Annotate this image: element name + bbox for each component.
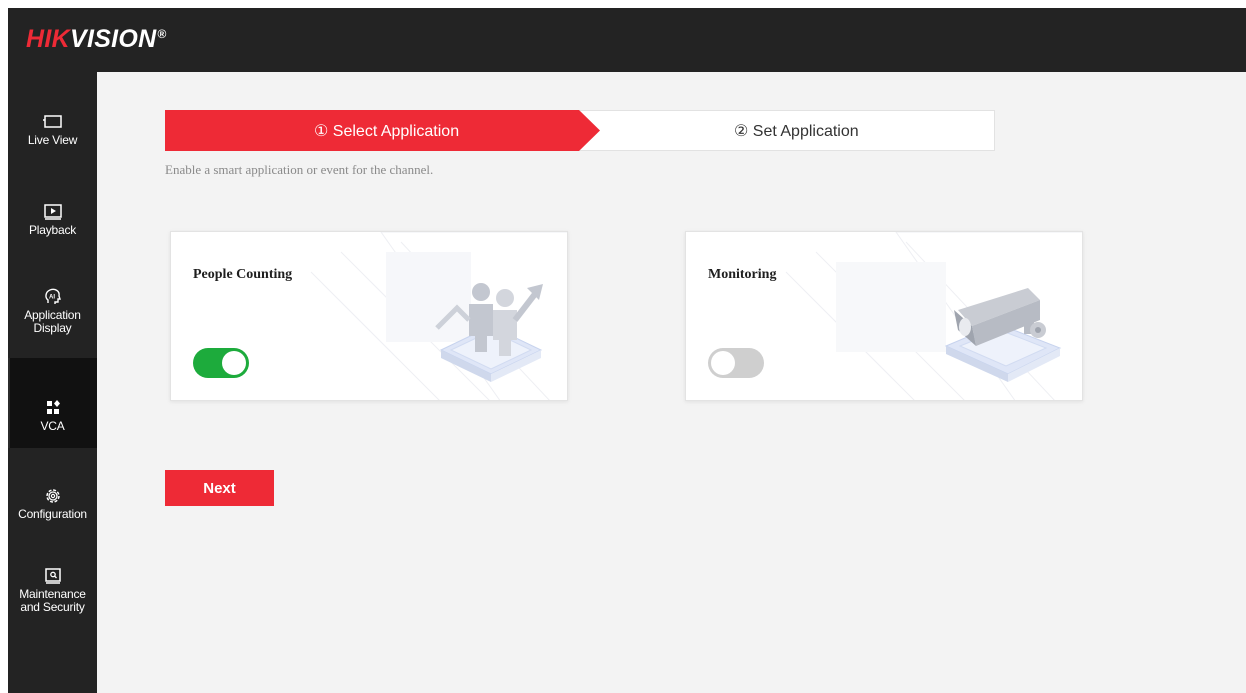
sidebar-item-label: VCA bbox=[40, 419, 65, 433]
hikvision-logo: HIKVISION® bbox=[26, 25, 167, 53]
sidebar-item-label: Configuration bbox=[18, 507, 87, 521]
sidebar: Live View Playback AI Application Displa… bbox=[8, 72, 97, 693]
gear-icon bbox=[45, 489, 60, 503]
play-screen-icon bbox=[43, 204, 62, 220]
wizard-subtitle: Enable a smart application or event for … bbox=[165, 162, 434, 177]
app-card-title: People Counting bbox=[193, 267, 293, 282]
sidebar-item-application-display[interactable]: AI Application Display bbox=[8, 252, 97, 352]
step-set-application[interactable]: ② Set Application bbox=[734, 121, 859, 141]
sidebar-item-vca[interactable]: VCA bbox=[8, 358, 97, 448]
ai-brain-icon: AI bbox=[44, 288, 61, 304]
toggle-knob bbox=[222, 351, 246, 375]
sidebar-item-configuration[interactable]: Configuration bbox=[8, 448, 97, 538]
grid-diamond-icon bbox=[46, 400, 60, 414]
sidebar-item-live-view[interactable]: Live View bbox=[8, 72, 97, 162]
people-counting-toggle[interactable] bbox=[193, 348, 249, 378]
sidebar-item-label: Maintenance and Security bbox=[19, 587, 86, 614]
top-bar: HIKVISION® bbox=[8, 8, 1246, 72]
monitor-icon bbox=[42, 115, 62, 128]
next-button[interactable]: Next bbox=[165, 470, 274, 506]
people-counting-illustration bbox=[435, 283, 543, 382]
app-window: HIKVISION® Live View Playback AI Applica… bbox=[8, 8, 1246, 693]
app-card-people-counting[interactable]: People Counting bbox=[170, 231, 568, 401]
app-card-title: Monitoring bbox=[708, 267, 777, 282]
sidebar-item-label: Playback bbox=[28, 223, 77, 237]
bullet-camera-illustration bbox=[944, 288, 1062, 382]
shield-screen-icon bbox=[44, 568, 61, 584]
wizard-steps: ① Select Application ② Set Application bbox=[165, 110, 995, 151]
monitoring-toggle[interactable] bbox=[708, 348, 764, 378]
app-card-monitoring[interactable]: Monitoring bbox=[685, 231, 1083, 401]
main-content: ① Select Application ② Set Application E… bbox=[97, 72, 1246, 693]
sidebar-item-playback[interactable]: Playback bbox=[8, 162, 97, 252]
step-select-application[interactable]: ① Select Application bbox=[314, 121, 459, 141]
sidebar-item-maintenance-security[interactable]: Maintenance and Security bbox=[8, 538, 97, 638]
sidebar-item-label: Application Display bbox=[24, 308, 81, 335]
toggle-knob bbox=[711, 351, 735, 375]
sidebar-item-label: Live View bbox=[27, 133, 78, 147]
svg-text:AI: AI bbox=[49, 295, 55, 301]
